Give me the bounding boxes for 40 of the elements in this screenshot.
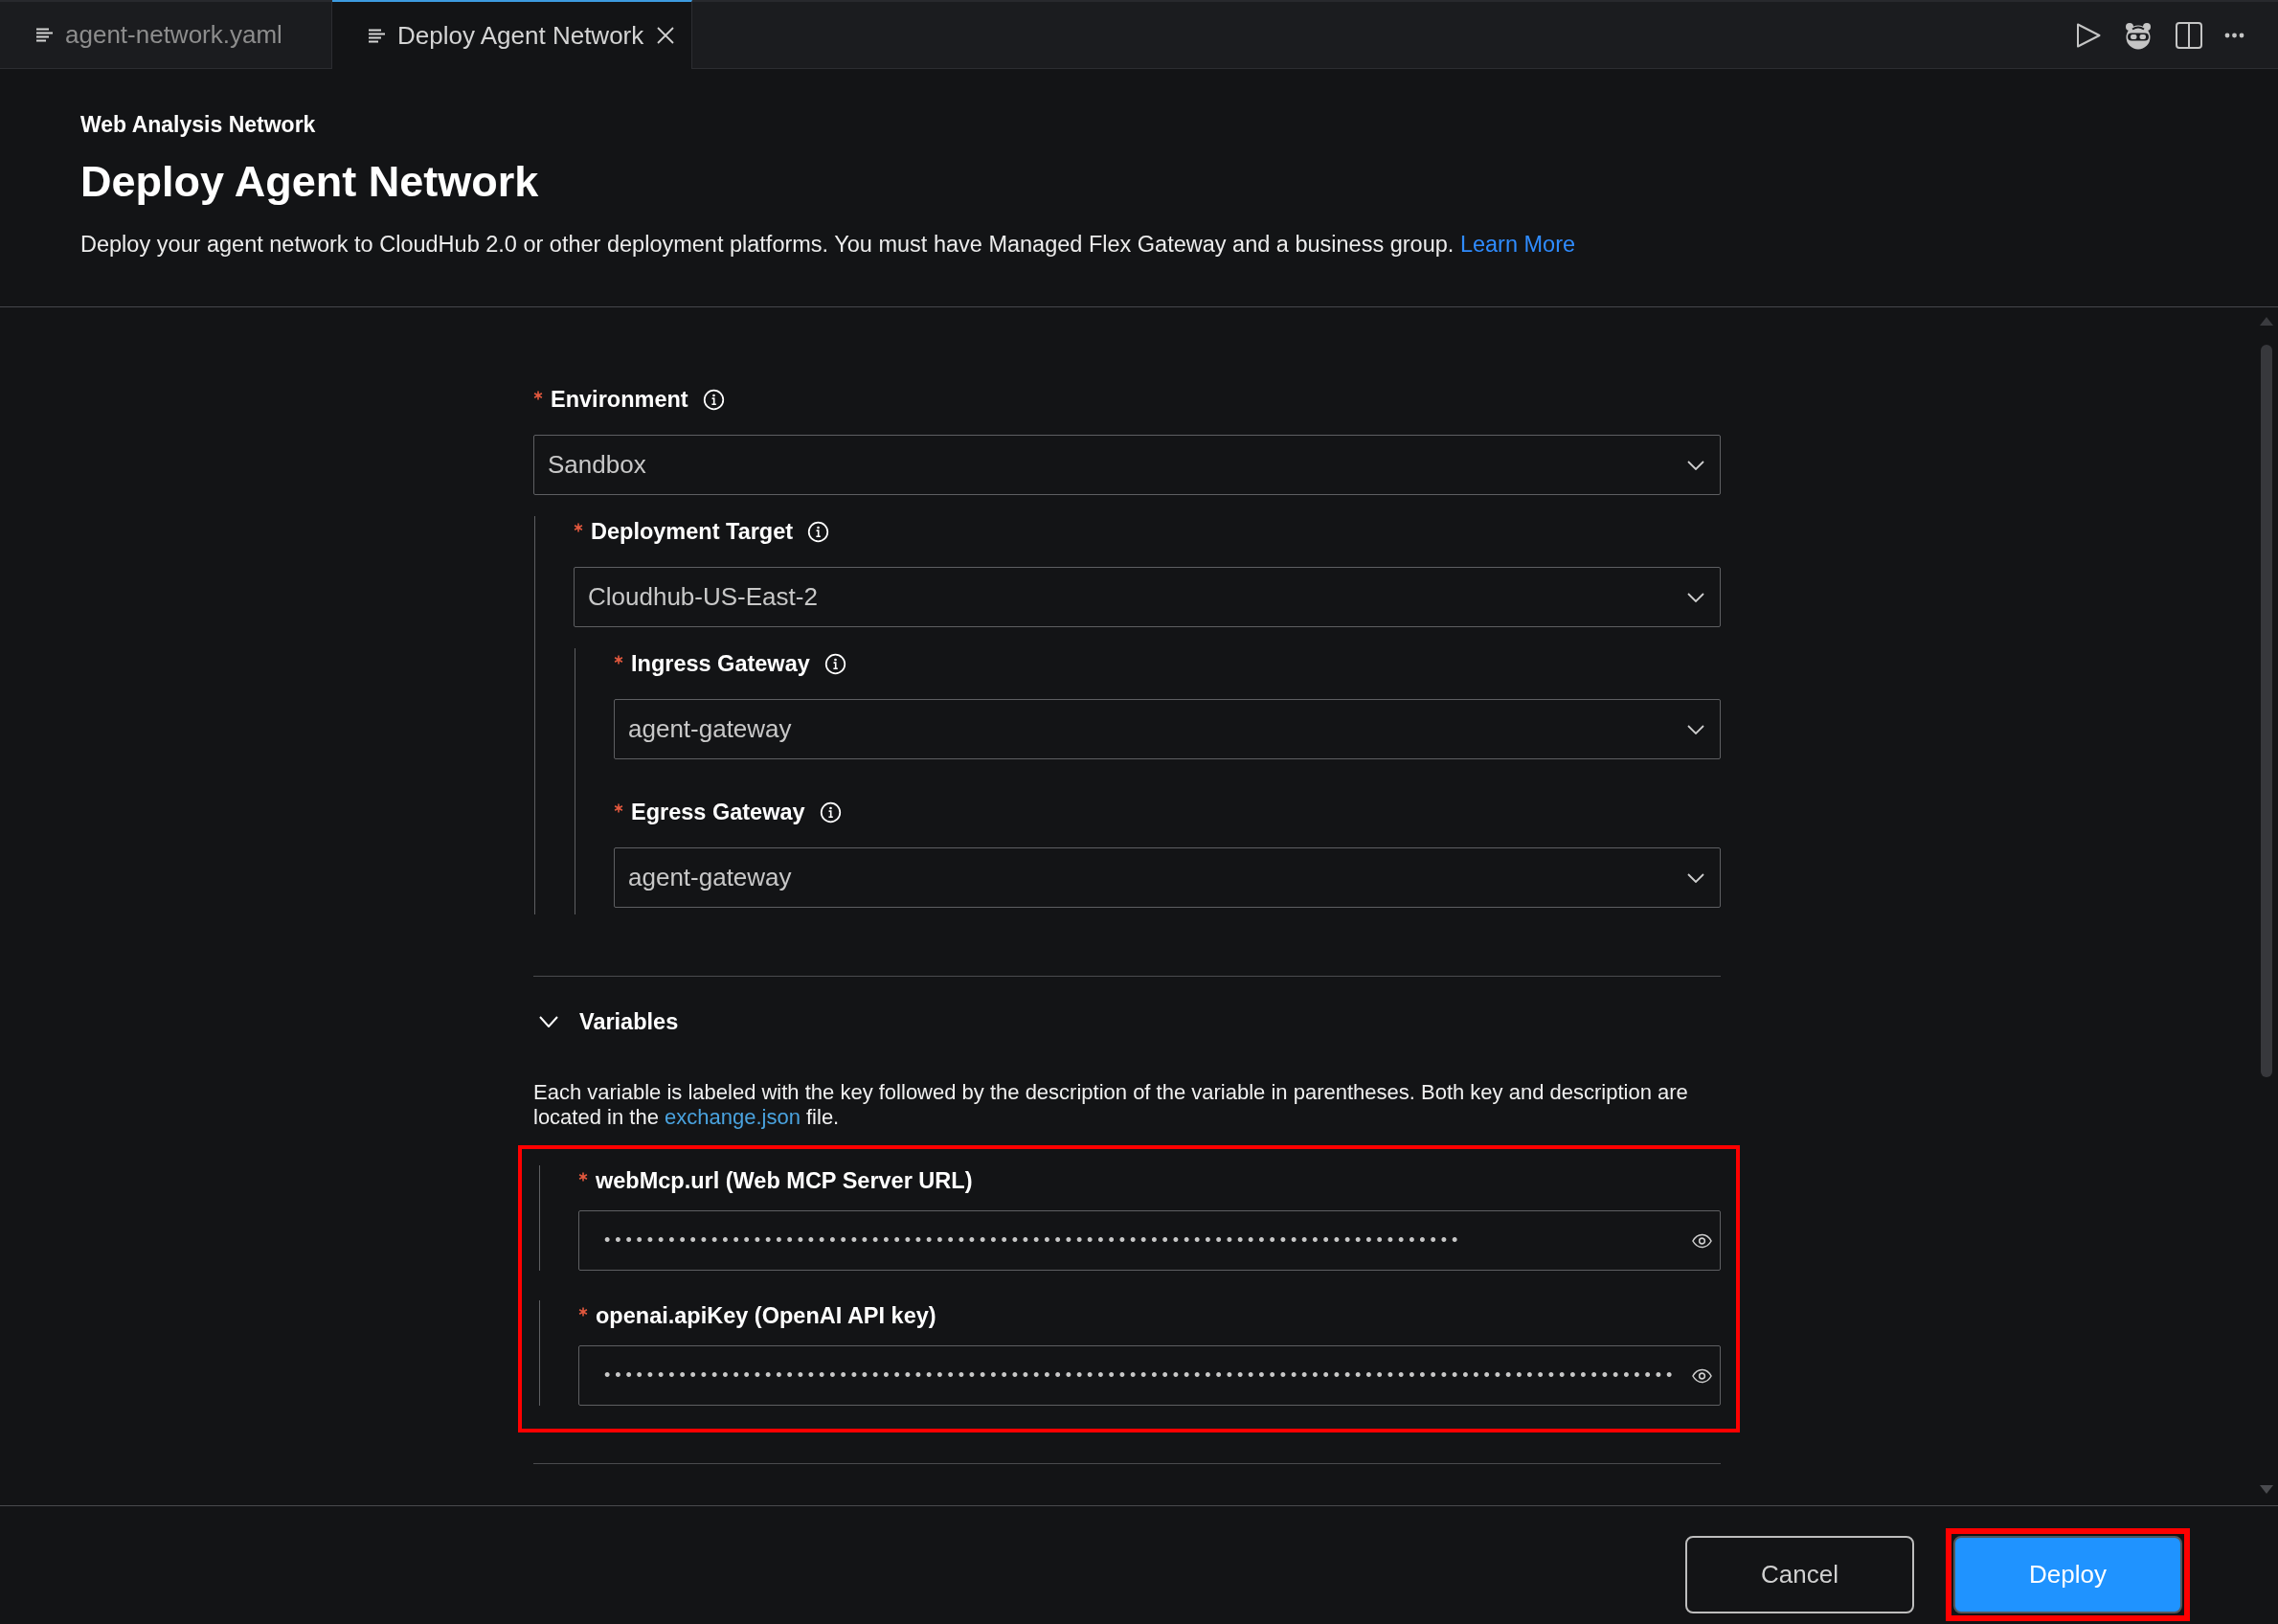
bot-face-icon[interactable] <box>2123 20 2154 50</box>
file-link[interactable]: exchange.json <box>665 1105 801 1129</box>
page-description: Deploy your agent network to CloudHub 2.0 or other deployment platforms. You must have Managed Flex Gateway and a business group. Learn More <box>80 231 1577 259</box>
tab[interactable]: Deploy Agent Network <box>332 0 692 69</box>
text-lines-icon <box>36 28 53 42</box>
close-icon[interactable] <box>657 27 674 44</box>
play-icon[interactable] <box>2076 22 2101 48</box>
info-icon <box>819 801 842 823</box>
field-label: Ingress Gateway <box>631 650 810 677</box>
chevron-down-icon <box>1687 724 1704 734</box>
dropdown[interactable]: agent-gateway <box>614 699 1721 759</box>
text-lines-icon <box>369 28 385 43</box>
chevron-down-icon <box>1687 592 1704 602</box>
eye-icon[interactable] <box>1692 1367 1712 1384</box>
dropdown[interactable]: Sandbox <box>533 435 1721 495</box>
dropdown[interactable]: Cloudhub-US-East-2 <box>574 567 1721 627</box>
learn-more-link[interactable]: Learn More <box>1459 232 1576 257</box>
dropdown[interactable]: agent-gateway <box>614 847 1721 908</box>
network-name: Web Analysis Network <box>80 111 317 139</box>
field-label: Egress Gateway <box>631 799 805 825</box>
page-title: Deploy Agent Network <box>80 156 540 208</box>
chevron-down-icon <box>539 1016 558 1027</box>
cancel-button[interactable]: Cancel <box>1685 1536 1914 1613</box>
field-label: Environment <box>551 386 688 413</box>
section-description: Each variable is labeled with the key followed by the description of the variable in parentheses. Both key and description are located in the exchange.json file. <box>533 1080 1689 1130</box>
password-field[interactable]: •••••••••••••••••••••••••••••••••••••••••••••••••••••••••••••••••••••••••••••••••••••••••••••••••••• <box>578 1345 1721 1406</box>
chevron-down-icon <box>1687 460 1704 470</box>
split-view-icon[interactable] <box>2176 21 2202 49</box>
chevron-down-icon <box>1687 872 1704 883</box>
password-field[interactable]: •••••••••••••••••••••••••••••••••••••••••••••••••••••••••••••••••••••••••••••••• <box>578 1210 1721 1271</box>
info-icon <box>823 652 846 675</box>
scrollbar-thumb[interactable] <box>2260 345 2272 1077</box>
info-icon <box>702 388 725 411</box>
eye-icon[interactable] <box>1692 1232 1712 1249</box>
field-label: openai.apiKey (OpenAI API key) <box>596 1302 936 1329</box>
field-label: Deployment Target <box>591 518 794 545</box>
info-icon <box>807 520 830 543</box>
section-toggle[interactable]: Variables <box>533 1006 679 1037</box>
field-label: webMcp.url (Web MCP Server URL) <box>596 1167 973 1194</box>
ellipsis-icon[interactable] <box>2224 32 2244 38</box>
